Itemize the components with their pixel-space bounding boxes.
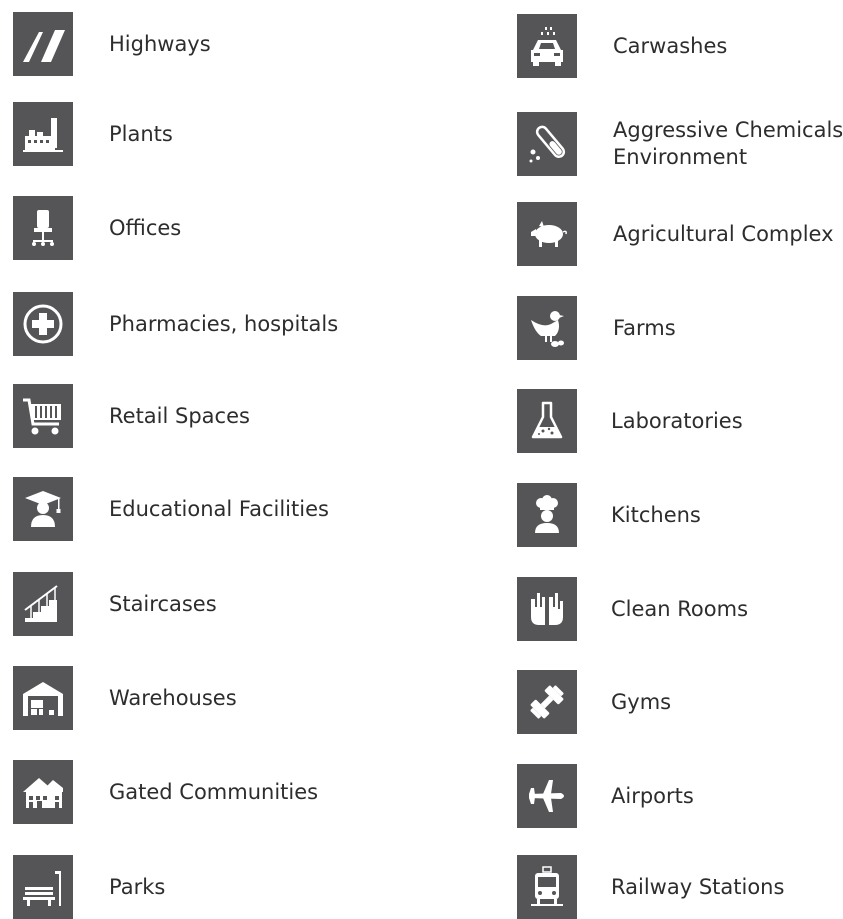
carwash-icon: [517, 14, 577, 78]
gloves-icon: [517, 577, 577, 641]
carwashes-label: Carwashes: [613, 33, 728, 58]
item-staircases: Staircases: [13, 572, 217, 636]
item-warehouses: Warehouses: [13, 666, 237, 730]
plants-label: Plants: [109, 121, 173, 146]
item-highways: Highways: [13, 12, 211, 76]
train-icon: [517, 855, 577, 919]
retail-label: Retail Spaces: [109, 403, 250, 428]
parks-label: Parks: [109, 874, 166, 899]
graduate-icon: [13, 477, 73, 541]
flask-icon: [517, 389, 577, 453]
education-label: Educational Facilities: [109, 496, 329, 521]
item-airports: Airports: [517, 764, 694, 828]
item-retail: Retail Spaces: [13, 384, 250, 448]
item-laboratories: Laboratories: [517, 389, 743, 453]
gyms-label: Gyms: [611, 689, 672, 714]
cleanrooms-label: Clean Rooms: [611, 596, 749, 621]
test-tube-icon: [517, 112, 577, 176]
airplane-icon: [517, 764, 577, 828]
staircase-icon: [13, 572, 73, 636]
item-parks: Parks: [13, 855, 165, 919]
pig-icon: [517, 202, 577, 266]
house-icon: [13, 760, 73, 824]
item-chemicals: Aggressive Chemicals Environment: [517, 112, 843, 176]
highway-icon: [13, 12, 73, 76]
office-chair-icon: [13, 196, 73, 260]
farms-label: Farms: [613, 315, 676, 340]
chicken-icon: [517, 296, 577, 360]
item-cleanrooms: Clean Rooms: [517, 577, 748, 641]
warehouses-label: Warehouses: [109, 685, 237, 710]
airports-label: Airports: [611, 783, 694, 808]
item-education: Educational Facilities: [13, 477, 329, 541]
gated-label: Gated Communities: [109, 779, 319, 804]
item-offices: Offices: [13, 196, 181, 260]
staircases-label: Staircases: [109, 591, 217, 616]
pharmacies-label: Pharmacies, hospitals: [109, 311, 339, 336]
kitchens-label: Kitchens: [611, 502, 701, 527]
item-plants: Plants: [13, 102, 173, 166]
item-gated: Gated Communities: [13, 760, 318, 824]
chemicals-label-line1: Aggressive Chemicals: [613, 118, 843, 142]
chemicals-label: Aggressive Chemicals Environment: [613, 117, 843, 171]
dumbbell-icon: [517, 670, 577, 734]
item-carwashes: Carwashes: [517, 14, 727, 78]
chemicals-label-line2: Environment: [613, 145, 748, 169]
shopping-cart-icon: [13, 384, 73, 448]
laboratories-label: Laboratories: [611, 408, 743, 433]
chef-icon: [517, 483, 577, 547]
offices-label: Offices: [109, 215, 182, 240]
item-agricultural: Agricultural Complex: [517, 202, 834, 266]
warehouse-icon: [13, 666, 73, 730]
item-pharmacies: Pharmacies, hospitals: [13, 292, 338, 356]
factory-icon: [13, 102, 73, 166]
agricultural-label: Agricultural Complex: [613, 221, 834, 246]
park-bench-icon: [13, 855, 73, 919]
item-kitchens: Kitchens: [517, 483, 701, 547]
item-railway: Railway Stations: [517, 855, 784, 919]
railway-label: Railway Stations: [611, 874, 785, 899]
medical-cross-icon: [13, 292, 73, 356]
item-gyms: Gyms: [517, 670, 671, 734]
item-farms: Farms: [517, 296, 676, 360]
highways-label: Highways: [109, 31, 211, 56]
